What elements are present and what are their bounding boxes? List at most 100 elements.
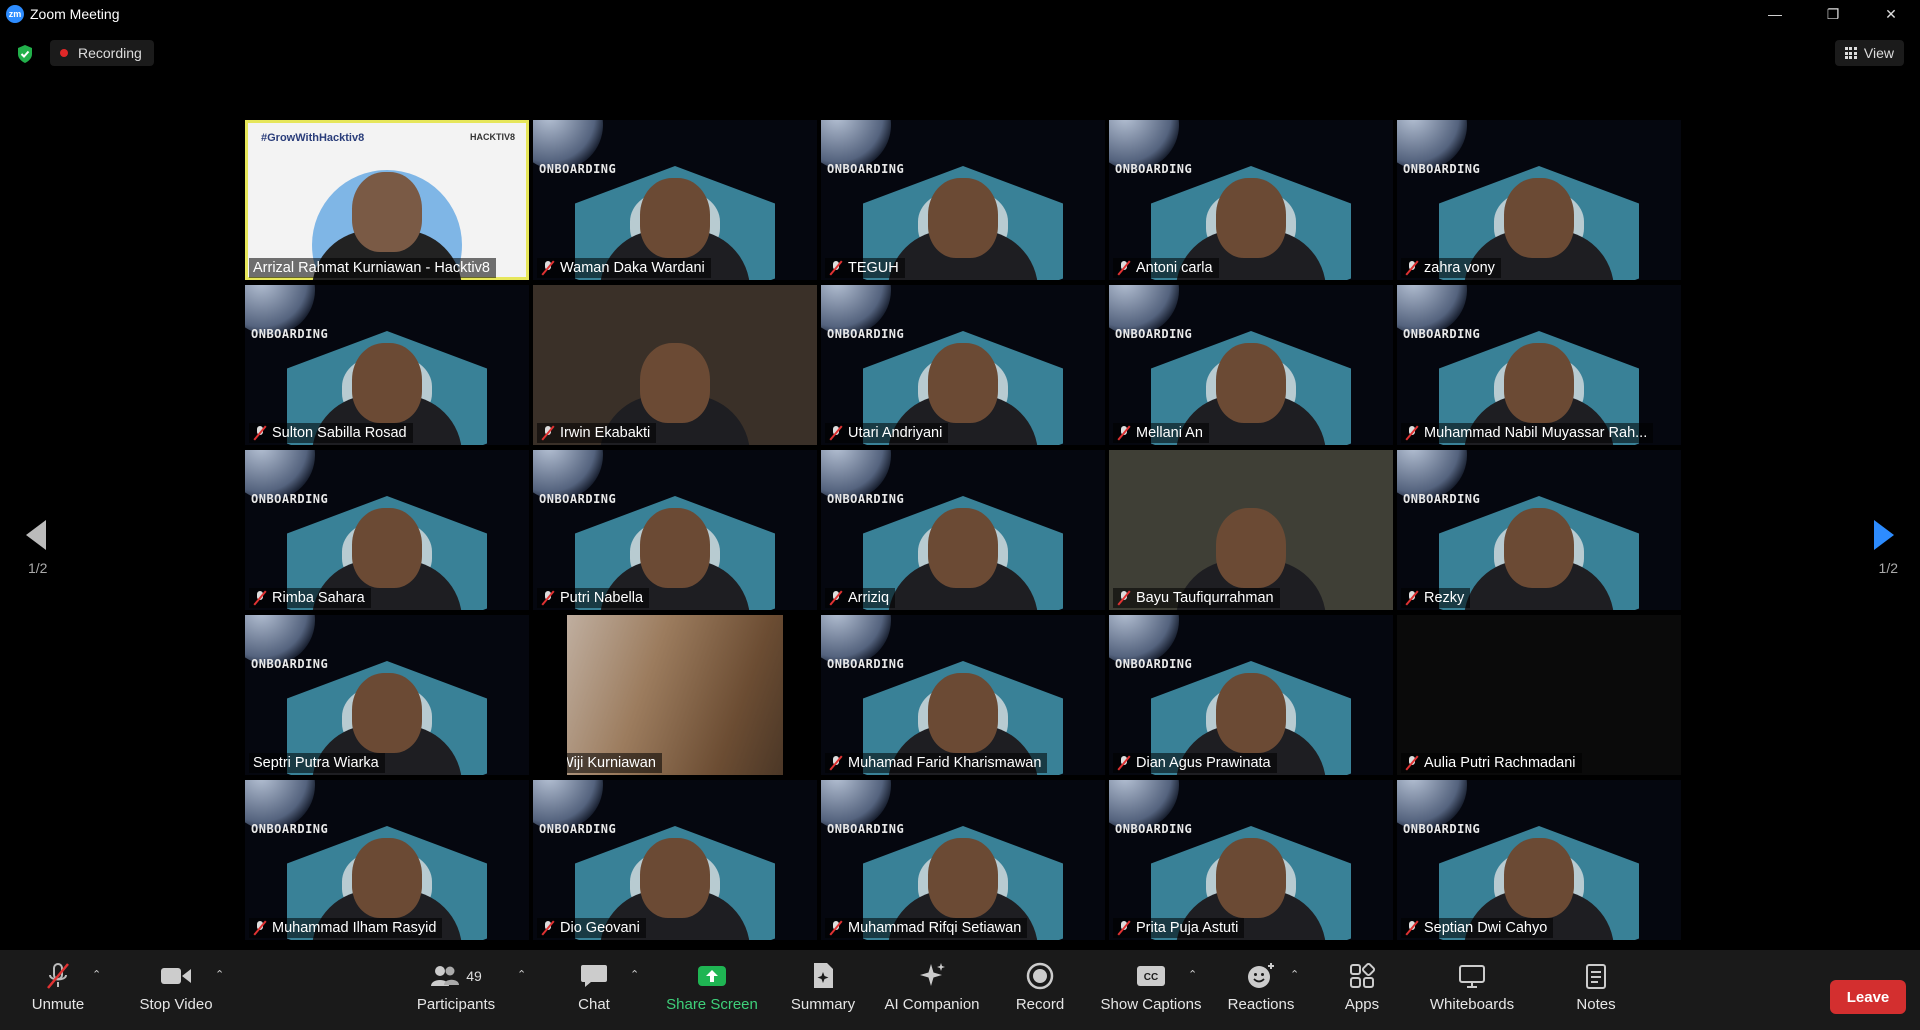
share-screen-button[interactable]: Share Screen xyxy=(666,958,758,1022)
participant-tile[interactable]: ONBOARDING Prita Puja Astuti xyxy=(1109,780,1393,940)
reactions-button[interactable]: Reactions xyxy=(1224,958,1298,1022)
audio-options-caret-icon[interactable]: ⌃ xyxy=(92,968,101,981)
participant-head xyxy=(1216,673,1286,753)
reactions-label: Reactions xyxy=(1227,996,1295,1013)
participant-name-label: TEGUH xyxy=(825,258,905,278)
participant-head xyxy=(352,673,422,753)
participant-tile[interactable]: ONBOARDING Mellani An xyxy=(1109,285,1393,445)
participant-name-label: Muhammad Nabil Muyassar Rah... xyxy=(1401,423,1654,443)
slide-heading: ONBOARDING xyxy=(251,822,329,836)
participant-tile[interactable]: ONBOARDING Antoni carla xyxy=(1109,120,1393,280)
participant-tile[interactable]: Bayu Taufiqurrahman xyxy=(1109,450,1393,610)
participant-tile[interactable]: ONBOARDING Septri Putra Wiarka xyxy=(245,615,529,775)
participant-head xyxy=(1216,508,1286,588)
cc-text: CC xyxy=(1144,972,1158,983)
participants-button[interactable]: 49 Participants xyxy=(414,958,498,1022)
ai-companion-button[interactable]: AI Companion xyxy=(882,958,982,1022)
participants-options-caret-icon[interactable]: ⌃ xyxy=(517,968,526,981)
participant-name: Putri Nabella xyxy=(560,590,644,606)
mic-muted-icon xyxy=(541,756,555,770)
next-page-arrow-icon[interactable] xyxy=(1864,505,1904,565)
slide-heading: ONBOARDING xyxy=(1403,327,1481,341)
participant-tile[interactable]: ONBOARDING Dian Agus Prawinata xyxy=(1109,615,1393,775)
apps-button[interactable]: Apps xyxy=(1340,958,1384,1022)
slide-heading: ONBOARDING xyxy=(827,822,905,836)
security-shield-icon[interactable] xyxy=(16,44,34,64)
participant-head xyxy=(1216,343,1286,423)
participant-name: Arrizal Rahmat Kurniawan - Hacktiv8 xyxy=(253,260,490,276)
close-button[interactable]: ✕ xyxy=(1862,0,1920,28)
chat-options-caret-icon[interactable]: ⌃ xyxy=(630,968,639,981)
participant-name-label: Putri Nabella xyxy=(537,588,650,608)
video-options-caret-icon[interactable]: ⌃ xyxy=(215,968,224,981)
mic-muted-icon xyxy=(541,591,555,605)
participant-tile[interactable]: ONBOARDING Muhammad Ilham Rasyid xyxy=(245,780,529,940)
participant-tile[interactable]: ONBOARDING Septian Dwi Cahyo xyxy=(1397,780,1681,940)
slide-heading: ONBOARDING xyxy=(1115,162,1193,176)
mic-muted-icon xyxy=(541,426,555,440)
show-captions-label: Show Captions xyxy=(1100,996,1202,1013)
participant-tile[interactable]: ONBOARDING Dio Geovani xyxy=(533,780,817,940)
chat-button[interactable]: Chat xyxy=(572,958,616,1022)
stop-video-button[interactable]: Stop Video xyxy=(136,958,216,1022)
participant-name-label: Wiji Kurniawan xyxy=(537,753,662,773)
recording-indicator[interactable]: Recording xyxy=(50,40,154,66)
meeting-toolbar: Unmute ⌃ Stop Video ⌃ 49 Participants ⌃ xyxy=(0,950,1920,1030)
video-grid: #GrowWithHacktiv8 HACKTIV8 Arrizal Rahmat … xyxy=(245,120,1681,940)
participant-name: Muhamad Farid Kharismawan xyxy=(848,755,1042,771)
participant-tile[interactable]: Aulia Putri Rachmadani xyxy=(1397,615,1681,775)
participant-name: Septian Dwi Cahyo xyxy=(1424,920,1548,936)
mic-muted-icon xyxy=(253,591,267,605)
slide-heading: ONBOARDING xyxy=(1403,162,1481,176)
participant-name: Rimba Sahara xyxy=(272,590,365,606)
participant-tile[interactable]: Wiji Kurniawan xyxy=(533,615,817,775)
participant-tile[interactable]: Irwin Ekabakti xyxy=(533,285,817,445)
participant-name-label: Arriziq xyxy=(825,588,896,608)
grid-view-icon xyxy=(1844,47,1857,59)
participant-tile[interactable]: ONBOARDING Utari Andriyani xyxy=(821,285,1105,445)
participant-name: Sulton Sabilla Rosad xyxy=(272,425,407,441)
participant-tile[interactable]: ONBOARDING Sulton Sabilla Rosad xyxy=(245,285,529,445)
mic-muted-icon xyxy=(1117,921,1131,935)
minimize-button[interactable]: — xyxy=(1746,0,1804,28)
participant-tile[interactable]: ONBOARDING zahra vony xyxy=(1397,120,1681,280)
captions-options-caret-icon[interactable]: ⌃ xyxy=(1188,968,1197,981)
record-button[interactable]: Record xyxy=(1010,958,1070,1022)
participant-tile[interactable]: ONBOARDING TEGUH xyxy=(821,120,1105,280)
view-button[interactable]: View xyxy=(1834,40,1904,66)
unmute-button[interactable]: Unmute xyxy=(28,958,88,1022)
microphone-muted-icon xyxy=(47,963,69,989)
maximize-button[interactable]: ❐ xyxy=(1804,0,1862,28)
share-screen-label: Share Screen xyxy=(666,996,758,1013)
participant-head xyxy=(928,343,998,423)
mic-muted-icon xyxy=(829,261,843,275)
participant-name-label: Bayu Taufiqurrahman xyxy=(1113,588,1280,608)
participant-tile[interactable]: #GrowWithHacktiv8 HACKTIV8 Arrizal Rahmat … xyxy=(245,120,529,280)
notes-button[interactable]: Notes xyxy=(1572,958,1620,1022)
participant-tile[interactable]: ONBOARDING Arriziq xyxy=(821,450,1105,610)
whiteboards-button[interactable]: Whiteboards xyxy=(1426,958,1518,1022)
whiteboards-label: Whiteboards xyxy=(1429,996,1515,1013)
participant-name-label: Aulia Putri Rachmadani xyxy=(1401,753,1582,773)
participant-head xyxy=(928,673,998,753)
participant-tile[interactable]: ONBOARDING Waman Daka Wardani xyxy=(533,120,817,280)
participant-tile[interactable]: ONBOARDING Muhammad Nabil Muyassar Rah... xyxy=(1397,285,1681,445)
participant-name: Dian Agus Prawinata xyxy=(1136,755,1271,771)
participant-tile[interactable]: ONBOARDING Putri Nabella xyxy=(533,450,817,610)
zoom-logo-icon: zm xyxy=(6,5,24,23)
recording-dot-icon xyxy=(60,49,68,57)
participant-tile[interactable]: ONBOARDING Rezky xyxy=(1397,450,1681,610)
leave-button[interactable]: Leave xyxy=(1830,980,1906,1014)
summary-button[interactable]: Summary xyxy=(788,958,858,1022)
host-slide-heading: #GrowWithHacktiv8 xyxy=(261,132,365,144)
participant-tile[interactable]: ONBOARDING Rimba Sahara xyxy=(245,450,529,610)
participant-head xyxy=(640,838,710,918)
window-controls: — ❐ ✕ xyxy=(1746,0,1920,28)
participant-name: Muhammad Nabil Muyassar Rah... xyxy=(1424,425,1648,441)
participant-tile[interactable]: ONBOARDING Muhammad Rifqi Setiawan xyxy=(821,780,1105,940)
participant-name: Muhammad Rifqi Setiawan xyxy=(848,920,1022,936)
previous-page-arrow-icon[interactable] xyxy=(16,505,56,565)
participant-name-label: Muhammad Ilham Rasyid xyxy=(249,918,443,938)
reactions-options-caret-icon[interactable]: ⌃ xyxy=(1290,968,1299,981)
participant-tile[interactable]: ONBOARDING Muhamad Farid Kharismawan xyxy=(821,615,1105,775)
